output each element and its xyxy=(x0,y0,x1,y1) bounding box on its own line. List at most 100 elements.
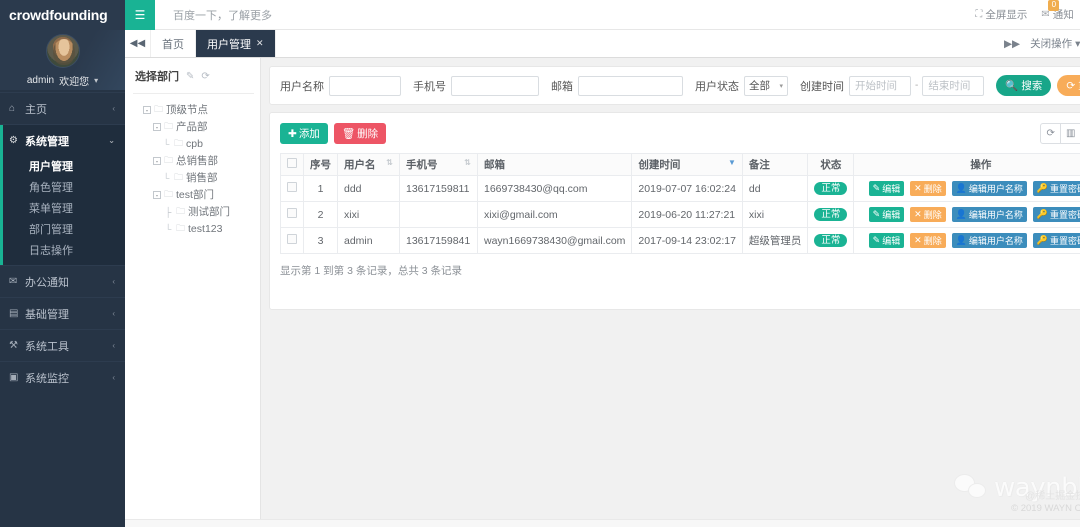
reset-button[interactable]: ⟳ 重置 xyxy=(1057,75,1080,96)
toggle-view-icon[interactable]: ▥ xyxy=(1060,123,1080,144)
sort-desc-icon[interactable]: ▼ xyxy=(728,157,736,169)
delete-button[interactable]: 🗑 删除 xyxy=(333,123,387,144)
search-button[interactable]: 🔍 搜索 xyxy=(996,75,1052,96)
edit-button[interactable]: ✎ 编辑 xyxy=(868,181,905,196)
tree-node-label: 产品部 xyxy=(176,121,208,133)
notification-button[interactable]: ✉ 0 通知 xyxy=(1041,0,1074,22)
tree-node-label: 测试部门 xyxy=(188,206,231,218)
profile-username: admin xyxy=(26,75,55,86)
notification-badge: 0 xyxy=(1048,0,1060,11)
tree-node-label: 总销售部 xyxy=(176,155,219,167)
table-row[interactable]: 2 xixi xixi@gmail.com 2019-06-20 11:27:2… xyxy=(280,201,1080,228)
brand-logo: crowdfounding xyxy=(0,0,125,30)
gear-icon: ⚙ xyxy=(9,135,18,146)
refresh-icon[interactable]: ⟳ xyxy=(201,71,209,82)
column-header-created[interactable]: 创建时间 ▼ xyxy=(631,153,743,176)
row-delete-button[interactable]: ✕ 删除 xyxy=(910,207,946,222)
sidebar-menu: ⌂ 主页 ‹ ⚙ 系统管理 ⌄ 用户管理 角色管理 菜单管理 部门管理 日志操作… xyxy=(0,92,125,393)
email-input[interactable] xyxy=(578,75,683,96)
edit-button[interactable]: ✎ 编辑 xyxy=(868,233,905,248)
sidebar-item-system-tools[interactable]: ⚒ 系统工具 ‹ xyxy=(0,329,125,361)
sidebar-item-office-notice[interactable]: ✉ 办公通知 ‹ xyxy=(0,265,125,297)
tree-toggle-icon[interactable]: - xyxy=(153,156,161,165)
sidebar-subitem-user-management[interactable]: 用户管理 xyxy=(0,157,125,178)
sidebar-subitem-log-operation[interactable]: 日志操作 xyxy=(0,241,125,262)
table-row[interactable]: 1 ddd 13617159811 1669738430@qq.com 2019… xyxy=(280,175,1080,202)
close-operations-dropdown[interactable]: 关闭操作 ▾ xyxy=(1030,36,1080,51)
fullscreen-button[interactable]: ⛶ 全屏显示 xyxy=(975,7,1027,22)
tree-toggle-icon[interactable]: - xyxy=(153,190,161,199)
column-header-username[interactable]: 用户名 ⇅ xyxy=(337,153,400,176)
end-date-input[interactable] xyxy=(922,75,985,96)
sidebar-subitem-department-management[interactable]: 部门管理 xyxy=(0,220,125,241)
close-icon[interactable]: ✕ xyxy=(256,38,264,49)
sidebar-subitem-role-management[interactable]: 角色管理 xyxy=(0,178,125,199)
username-label: 用户名称 xyxy=(280,80,324,93)
username-input[interactable] xyxy=(329,75,401,96)
tree-toggle-icon[interactable]: - xyxy=(153,122,161,131)
sidebar-item-home[interactable]: ⌂ 主页 ‹ xyxy=(0,92,125,124)
row-checkbox[interactable] xyxy=(287,208,297,218)
reset-password-button[interactable]: 🔑 重置密码 xyxy=(1032,181,1080,196)
tree-node-sales-head[interactable]: - 🗀 总销售部 xyxy=(135,152,252,169)
sidebar-item-basic-management[interactable]: ▤ 基础管理 ‹ xyxy=(0,297,125,329)
table-row[interactable]: 3 admin 13617159841 wayn1669738430@gmail… xyxy=(280,227,1080,254)
status-select[interactable]: 全部 ▾ xyxy=(744,75,788,96)
mail-icon: ✉ xyxy=(9,276,18,287)
user-table-card: ✚ 添加 🗑 删除 ⟳ ▥ ▦ ▾ xyxy=(269,112,1080,310)
content-area: 用户名称 手机号 邮箱 用户状态 全部 ▾ 创建时间 开始时间 - 结束时间 🔍… xyxy=(261,58,1080,527)
reset-password-button[interactable]: 🔑 重置密码 xyxy=(1032,207,1080,222)
tree-node-test123[interactable]: └ 🗀 test123 xyxy=(135,220,252,237)
tree-node-product-dept[interactable]: - 🗀 产品部 xyxy=(135,118,252,135)
date-field-group: 创建时间 - xyxy=(800,75,985,96)
sidebar-subitem-menu-management[interactable]: 菜单管理 xyxy=(0,199,125,220)
column-header-phone[interactable]: 手机号 ⇅ xyxy=(399,153,478,176)
refresh-icon[interactable]: ⟳ xyxy=(1040,123,1062,144)
row-checkbox[interactable] xyxy=(287,234,297,244)
table-header-row: 序号 用户名 ⇅ 手机号 ⇅ 邮箱 创建时间 ▼ 备注 状态 操作 xyxy=(280,153,1080,176)
tab-user-management[interactable]: 用户管理 ✕ xyxy=(196,30,276,57)
edit-username-button[interactable]: 👤 编辑用户名称 xyxy=(951,207,1027,222)
tree-node-root[interactable]: - 🗀 顶级节点 xyxy=(135,101,252,118)
chevron-down-icon: ▾ xyxy=(1075,37,1080,50)
phone-input[interactable] xyxy=(451,75,539,96)
row-delete-button-label: 删除 xyxy=(923,236,942,246)
sidebar-item-label: 办公通知 xyxy=(25,276,69,289)
tree-toggle-icon[interactable]: - xyxy=(143,105,151,114)
chevron-down-icon[interactable]: ▾ xyxy=(94,76,98,85)
tab-prev-icon[interactable]: ◀◀ xyxy=(125,30,151,57)
tab-home[interactable]: 首页 xyxy=(151,30,196,57)
sidebar: crowdfounding admin 欢迎您 ▾ ⌂ 主页 ‹ ⚙ 系统管理 … xyxy=(0,0,125,527)
row-delete-button[interactable]: ✕ 删除 xyxy=(910,181,946,196)
column-header-status: 状态 xyxy=(807,153,855,176)
sort-icon[interactable]: ⇅ xyxy=(386,157,393,169)
edit-button[interactable]: ✎ 编辑 xyxy=(868,207,905,222)
edit-username-button-label: 编辑用户名称 xyxy=(968,236,1023,246)
sort-icon[interactable]: ⇅ xyxy=(464,157,471,169)
fullscreen-label: 全屏显示 xyxy=(985,9,1028,21)
sidebar-item-system-monitor[interactable]: ▣ 系统监控 ‹ xyxy=(0,361,125,393)
tree-node-cpb[interactable]: └ 🗀 cpb xyxy=(135,135,252,152)
edit-icon[interactable]: ✎ xyxy=(186,71,194,82)
edit-username-button[interactable]: 👤 编辑用户名称 xyxy=(951,181,1027,196)
hamburger-icon[interactable]: ☰ xyxy=(125,0,155,30)
user-profile[interactable]: admin 欢迎您 ▾ xyxy=(0,30,125,90)
folder-icon: 🗀 xyxy=(154,103,164,114)
select-all-checkbox[interactable] xyxy=(287,158,297,168)
profile-name-row[interactable]: admin 欢迎您 ▾ xyxy=(27,73,98,88)
tree-node-sales[interactable]: └ 🗀 销售部 xyxy=(135,169,252,186)
sidebar-item-label: 系统工具 xyxy=(25,340,69,353)
reset-password-button[interactable]: 🔑 重置密码 xyxy=(1032,233,1080,248)
tabbar-spacer xyxy=(276,30,998,57)
edit-button-label: 编辑 xyxy=(882,184,901,194)
start-date-input[interactable] xyxy=(849,75,911,96)
user-icon: 👤 xyxy=(955,235,967,245)
row-checkbox[interactable] xyxy=(287,182,297,192)
tree-node-test-sub[interactable]: ├ 🗀 测试部门 xyxy=(135,203,252,220)
tree-node-test-dept[interactable]: - 🗀 test部门 xyxy=(135,186,252,203)
row-delete-button[interactable]: ✕ 删除 xyxy=(910,233,946,248)
edit-username-button[interactable]: 👤 编辑用户名称 xyxy=(951,233,1027,248)
tab-next-button[interactable]: ▶▶ xyxy=(1004,38,1020,50)
sidebar-item-system-management[interactable]: ⚙ 系统管理 ⌄ xyxy=(0,124,125,156)
add-button[interactable]: ✚ 添加 xyxy=(280,123,328,144)
